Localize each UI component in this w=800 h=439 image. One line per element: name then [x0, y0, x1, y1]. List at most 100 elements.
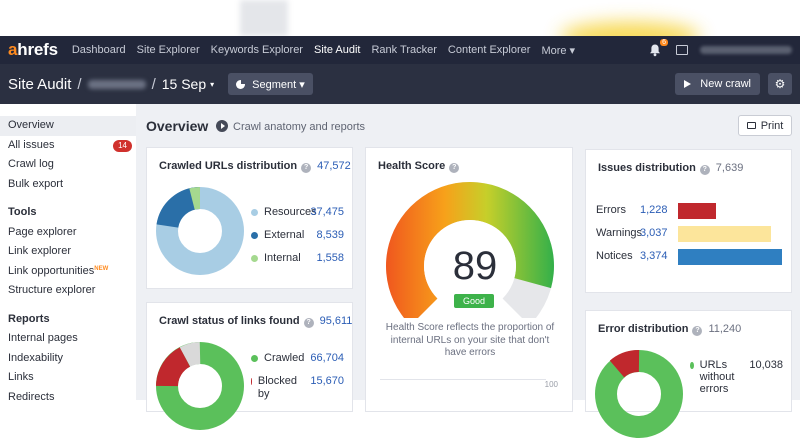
sidebar-item-label: Bulk export	[8, 177, 64, 190]
issues-total: 7,639	[715, 162, 744, 174]
play-circle-icon[interactable]	[216, 120, 228, 132]
sidebar-item-bulk-export[interactable]: Bulk export	[0, 175, 136, 195]
browser-top-strip	[0, 0, 800, 36]
sub-header: Site Audit / / 15 Sep ▾ Segment ▾ New cr…	[0, 64, 800, 104]
sidebar-item-links[interactable]: Links	[0, 368, 136, 388]
help-icon[interactable]: ?	[301, 163, 312, 173]
issues-label-notices: Notices	[596, 250, 633, 262]
crawl-status-total[interactable]: 95,611	[320, 315, 353, 327]
legend-value[interactable]: 37,475	[310, 206, 344, 218]
new-crawl-button[interactable]: New crawl	[675, 73, 760, 95]
project-name-blurred[interactable]	[87, 79, 146, 89]
crawl-status-card: Crawl status of links found? 95,611 Crawl…	[146, 302, 353, 430]
overview-title: Overview	[146, 118, 209, 134]
new-tag: NEW	[94, 265, 109, 272]
sidebar-item-all-issues[interactable]: All issues 14	[0, 136, 136, 156]
crawled-urls-card: Crawled URLs distribution? 47,572 Resourc…	[146, 147, 353, 289]
legend-label: URLs without errors	[699, 359, 735, 395]
nav-menu: Dashboard Site Explorer Keywords Explore…	[72, 44, 586, 57]
print-button[interactable]: Print	[738, 115, 792, 136]
sidebar-item-label: Redirects	[8, 390, 55, 403]
new-crawl-label: New crawl	[700, 78, 751, 90]
chevron-down-icon[interactable]: ▾	[210, 80, 214, 89]
error-total: 11,240	[708, 323, 742, 335]
issues-value-errors[interactable]: 1,228	[640, 204, 668, 216]
nav-item-rank-tracker[interactable]: Rank Tracker	[371, 44, 436, 57]
health-gauge	[386, 182, 555, 318]
print-label: Print	[760, 119, 784, 132]
top-nav: ahrefs Dashboard Site Explorer Keywords …	[0, 36, 800, 64]
monitor-icon[interactable]	[676, 45, 688, 55]
nav-item-keywords-explorer[interactable]: Keywords Explorer	[211, 44, 303, 57]
printer-icon	[746, 122, 756, 129]
sidebar-item-redirects[interactable]: Redirects	[0, 388, 136, 408]
sidebar-item-link-explorer[interactable]: Link explorer	[0, 242, 136, 262]
bell-icon[interactable]: 6	[648, 39, 668, 57]
sidebar-item-link-opportunities[interactable]: Link opportunitiesNEW	[0, 262, 136, 282]
sidebar-item-internal-pages[interactable]: Internal pages	[0, 329, 136, 349]
error-distribution-card: Error distribution? 11,240 URLs without e…	[585, 310, 792, 438]
main-content: Overview Crawl anatomy and reports Print…	[136, 104, 800, 438]
sidebar-item-indexability[interactable]: Indexability	[0, 349, 136, 369]
health-status-badge: Good	[454, 294, 494, 308]
issues-bar-warnings[interactable]	[678, 226, 771, 242]
donut-slice-errors	[609, 350, 640, 378]
page-title: Site Audit	[8, 75, 72, 93]
blurred-region	[560, 22, 700, 36]
issues-bar-errors[interactable]	[678, 203, 716, 219]
issues-value-warnings[interactable]: 3,037	[640, 227, 668, 239]
nav-item-content-explorer[interactable]: Content Explorer	[448, 44, 531, 57]
crawl-date-selector[interactable]: 15 Sep	[162, 76, 206, 92]
sidebar-item-crawl-log[interactable]: Crawl log	[0, 155, 136, 175]
sidebar-heading-reports: Reports	[8, 312, 50, 325]
legend-resources: Resources	[251, 206, 317, 218]
nav-item-site-explorer[interactable]: Site Explorer	[137, 44, 200, 57]
card-title: Issues distribution? 7,639	[598, 162, 744, 175]
nav-item-site-audit[interactable]: Site Audit	[314, 44, 360, 57]
issues-label-errors: Errors	[596, 204, 626, 216]
donut-slice-other	[179, 342, 201, 367]
sidebar-item-label: Link explorer	[8, 245, 71, 257]
ahrefs-logo[interactable]: ahrefs	[8, 40, 58, 60]
legend-value[interactable]: 10,038	[749, 359, 783, 371]
nav-item-more[interactable]: More ▾	[541, 44, 575, 57]
health-score-description: Health Score reflects the proportion of …	[385, 322, 555, 358]
legend-dot	[251, 208, 258, 216]
card-title: Crawl status of links found? 95,611	[159, 315, 353, 328]
sidebar-item-overview[interactable]: Overview	[0, 116, 136, 136]
legend-value[interactable]: 15,670	[310, 375, 344, 387]
pie-icon	[236, 79, 246, 89]
issues-value-notices[interactable]: 3,374	[640, 250, 668, 262]
nav-item-dashboard[interactable]: Dashboard	[72, 44, 126, 57]
sidebar-item-page-explorer[interactable]: Page explorer	[0, 223, 136, 243]
issues-distribution-card: Issues distribution? 7,639 Errors 1,228 W…	[585, 149, 792, 293]
sidebar-item-label: Crawl log	[8, 158, 54, 170]
breadcrumb-separator: /	[151, 75, 156, 93]
legend-label: Internal	[264, 252, 301, 264]
legend-dot	[251, 231, 258, 239]
legend-value[interactable]: 1,558	[316, 252, 344, 264]
sidebar-item-label: Links	[8, 371, 34, 383]
overview-subtitle-link[interactable]: Crawl anatomy and reports	[233, 121, 365, 133]
legend-value[interactable]: 8,539	[316, 229, 344, 241]
donut-slice-internal	[189, 187, 201, 210]
sidebar-item-label: Page explorer	[8, 225, 77, 238]
crawled-urls-donut	[156, 187, 244, 275]
user-account[interactable]	[700, 46, 792, 54]
segment-button[interactable]: Segment ▾	[228, 73, 313, 95]
crawled-total[interactable]: 47,572	[317, 160, 351, 172]
gear-icon[interactable]: ⚙	[768, 73, 792, 95]
axis-max-label: 100	[544, 380, 558, 389]
help-icon[interactable]: ?	[303, 318, 314, 328]
card-title: Error distribution? 11,240	[598, 323, 742, 336]
legend-value[interactable]: 66,704	[310, 352, 344, 364]
sidebar-item-structure-explorer[interactable]: Structure explorer	[0, 281, 136, 301]
legend-label: Crawled	[264, 352, 305, 364]
legend-external: External	[251, 229, 304, 241]
issues-count-badge: 14	[113, 139, 132, 152]
legend-dot	[251, 354, 258, 362]
legend-dot	[690, 362, 694, 369]
help-icon[interactable]: ?	[692, 326, 703, 336]
issues-bar-notices[interactable]	[678, 249, 782, 265]
help-icon[interactable]: ?	[699, 165, 710, 175]
